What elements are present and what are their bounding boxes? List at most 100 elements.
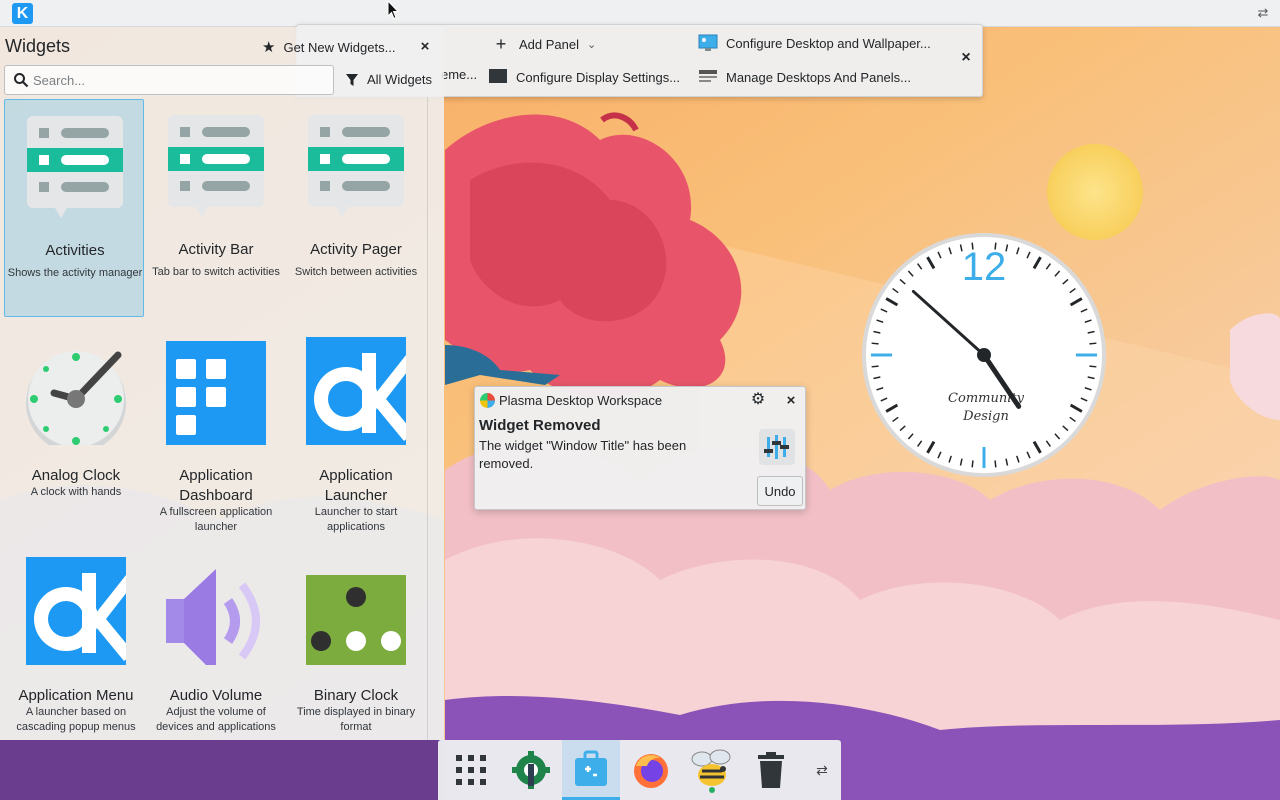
close-widgets-button[interactable]: × [418,38,432,55]
widget-name: Activity Pager [310,241,402,258]
get-new-widgets-label: Get New Widgets... [283,39,396,55]
partial-menu-item[interactable]: eme... [441,67,477,82]
app-launcher-icon [306,337,406,445]
widget-description: Tab bar to switch activities [152,266,280,278]
widget-description: Launcher to start applications [314,506,398,533]
taskbar-discover[interactable] [562,740,620,800]
widget-card-activity-bar[interactable]: Activity Bar Tab bar to switch activitie… [146,99,286,317]
clock-twelve-label: 12 [962,245,1007,289]
widget-name: Binary Clock [313,687,399,704]
configure-desktop-label: Configure Desktop and Wallpaper... [726,35,931,51]
widget-card-activity-pager[interactable]: Activity Pager Switch between activities [286,99,426,317]
configure-desktop-button[interactable]: Configure Desktop and Wallpaper... [698,33,931,53]
app-dashboard-icon [166,341,266,445]
notification-popup: Plasma Desktop Workspace ⚙ × Widget Remo… [474,386,806,510]
star-icon: ★ [262,39,276,56]
widget-name: Audio Volume [169,687,263,704]
taskbar-bee-app[interactable] [682,740,740,800]
widget-card-application-launcher[interactable]: Application Launcher Launcher to start a… [286,325,426,543]
taskbar-system-settings[interactable] [502,740,560,800]
notification-app-name: Plasma Desktop Workspace [499,393,663,408]
clock-brand-line2: Design [962,409,1009,424]
widget-card-analog-clock[interactable]: Analog Clock A clock with hands [6,325,146,543]
plus-icon: + [495,33,507,54]
search-icon [14,73,29,88]
configure-display-label: Configure Display Settings... [516,69,681,85]
widget-description: A launcher based on cascading popup menu… [16,706,136,733]
clock-tick [994,460,997,468]
clock-center-pin [977,348,991,362]
widget-name: Analog Clock [31,467,121,484]
binary-clock-icon [306,575,406,665]
widgets-title: Widgets [5,36,71,56]
filter-label: All Widgets [367,72,433,87]
widget-description: A clock with hands [30,486,122,498]
firefox-icon [634,754,668,788]
widget-name: Application Dashboard [179,467,253,504]
filter-icon [346,73,358,86]
widget-name: Activity Bar [178,241,254,258]
clock-tick [1089,342,1097,345]
scrollbar-track[interactable] [427,97,428,740]
widget-explorer: Widgets ★ Get New Widgets... × All Widge… [0,27,444,740]
mouse-cursor-icon [387,0,399,20]
widget-name: Application Menu [18,687,134,704]
get-new-widgets-button[interactable]: ★ Get New Widgets... [262,38,395,56]
taskbar-trash[interactable] [742,740,800,800]
close-notification-button[interactable]: × [784,392,798,409]
widget-filter-button[interactable]: All Widgets [345,72,432,87]
kde-application-launcher-icon[interactable]: K [12,3,33,24]
panels-icon [698,67,718,87]
add-panel-button[interactable]: + Add Panel ⌄ [491,34,596,54]
manage-desktops-label: Manage Desktops And Panels... [726,69,912,85]
chevron-down-icon: ⌄ [587,38,597,51]
manage-desktops-button[interactable]: Manage Desktops And Panels... [698,67,911,87]
close-edit-mode-button[interactable]: × [958,50,974,66]
clock-tick [871,342,879,345]
widget-name: Application Launcher [319,467,393,504]
widget-description: A fullscreen application launcher [159,506,273,533]
top-panel: K ⇄ [0,0,1280,27]
activity-bar-icon [168,115,264,217]
discover-store-icon [575,750,607,786]
widget-description: Adjust the volume of devices and applica… [156,706,276,733]
wallpaper-icon [698,33,718,53]
taskbar-firefox[interactable] [622,740,680,800]
analog-clock-icon [26,351,126,445]
widget-search-field[interactable] [4,65,334,95]
add-panel-label: Add Panel [519,36,579,52]
taskbar-app-launcher[interactable] [442,740,500,800]
search-input[interactable] [33,70,323,90]
widget-card-application-menu[interactable]: Application Menu A launcher based on cas… [6,545,146,740]
trash-icon [758,752,784,788]
plasma-settings-icon [512,751,550,789]
desktop-analog-clock[interactable]: 12 Community Design [861,232,1107,478]
widget-name: Activities [45,242,105,259]
clock-tick [971,460,974,468]
panel-configure-icon[interactable]: ⇄ [1256,6,1270,20]
clock-tick [1089,365,1097,368]
widget-description: Switch between activities [294,266,418,278]
partial-menu-label: eme... [441,67,478,82]
widget-description: Time displayed in binary format [296,706,416,733]
gear-icon[interactable]: ⚙ [749,391,767,409]
configure-display-button[interactable]: Configure Display Settings... [488,67,680,87]
activities-icon [27,116,123,218]
display-icon [488,67,508,87]
activity-pager-icon [308,115,404,217]
undo-button[interactable]: Undo [757,476,803,506]
app-menu-icon [26,557,126,665]
app-grid-icon [456,755,486,785]
widget-card-activities[interactable]: Activities Shows the activity manager [4,99,144,317]
widget-card-binary-clock[interactable]: Binary Clock Time displayed in binary fo… [286,545,426,740]
taskbar: ⇄ [438,740,841,800]
panel-configure-icon[interactable]: ⇄ [814,762,830,778]
notification-body: The widget "Window Title" has been remov… [479,438,687,471]
widget-card-audio-volume[interactable]: Audio Volume Adjust the volume of device… [146,545,286,740]
widget-description: Shows the activity manager [7,267,143,279]
clock-tick [871,365,879,368]
plasma-app-icon [480,393,495,408]
widget-card-application-dashboard[interactable]: Application Dashboard A fullscreen appli… [146,325,286,543]
notification-title: Widget Removed [479,417,601,434]
audio-volume-icon [166,569,260,665]
